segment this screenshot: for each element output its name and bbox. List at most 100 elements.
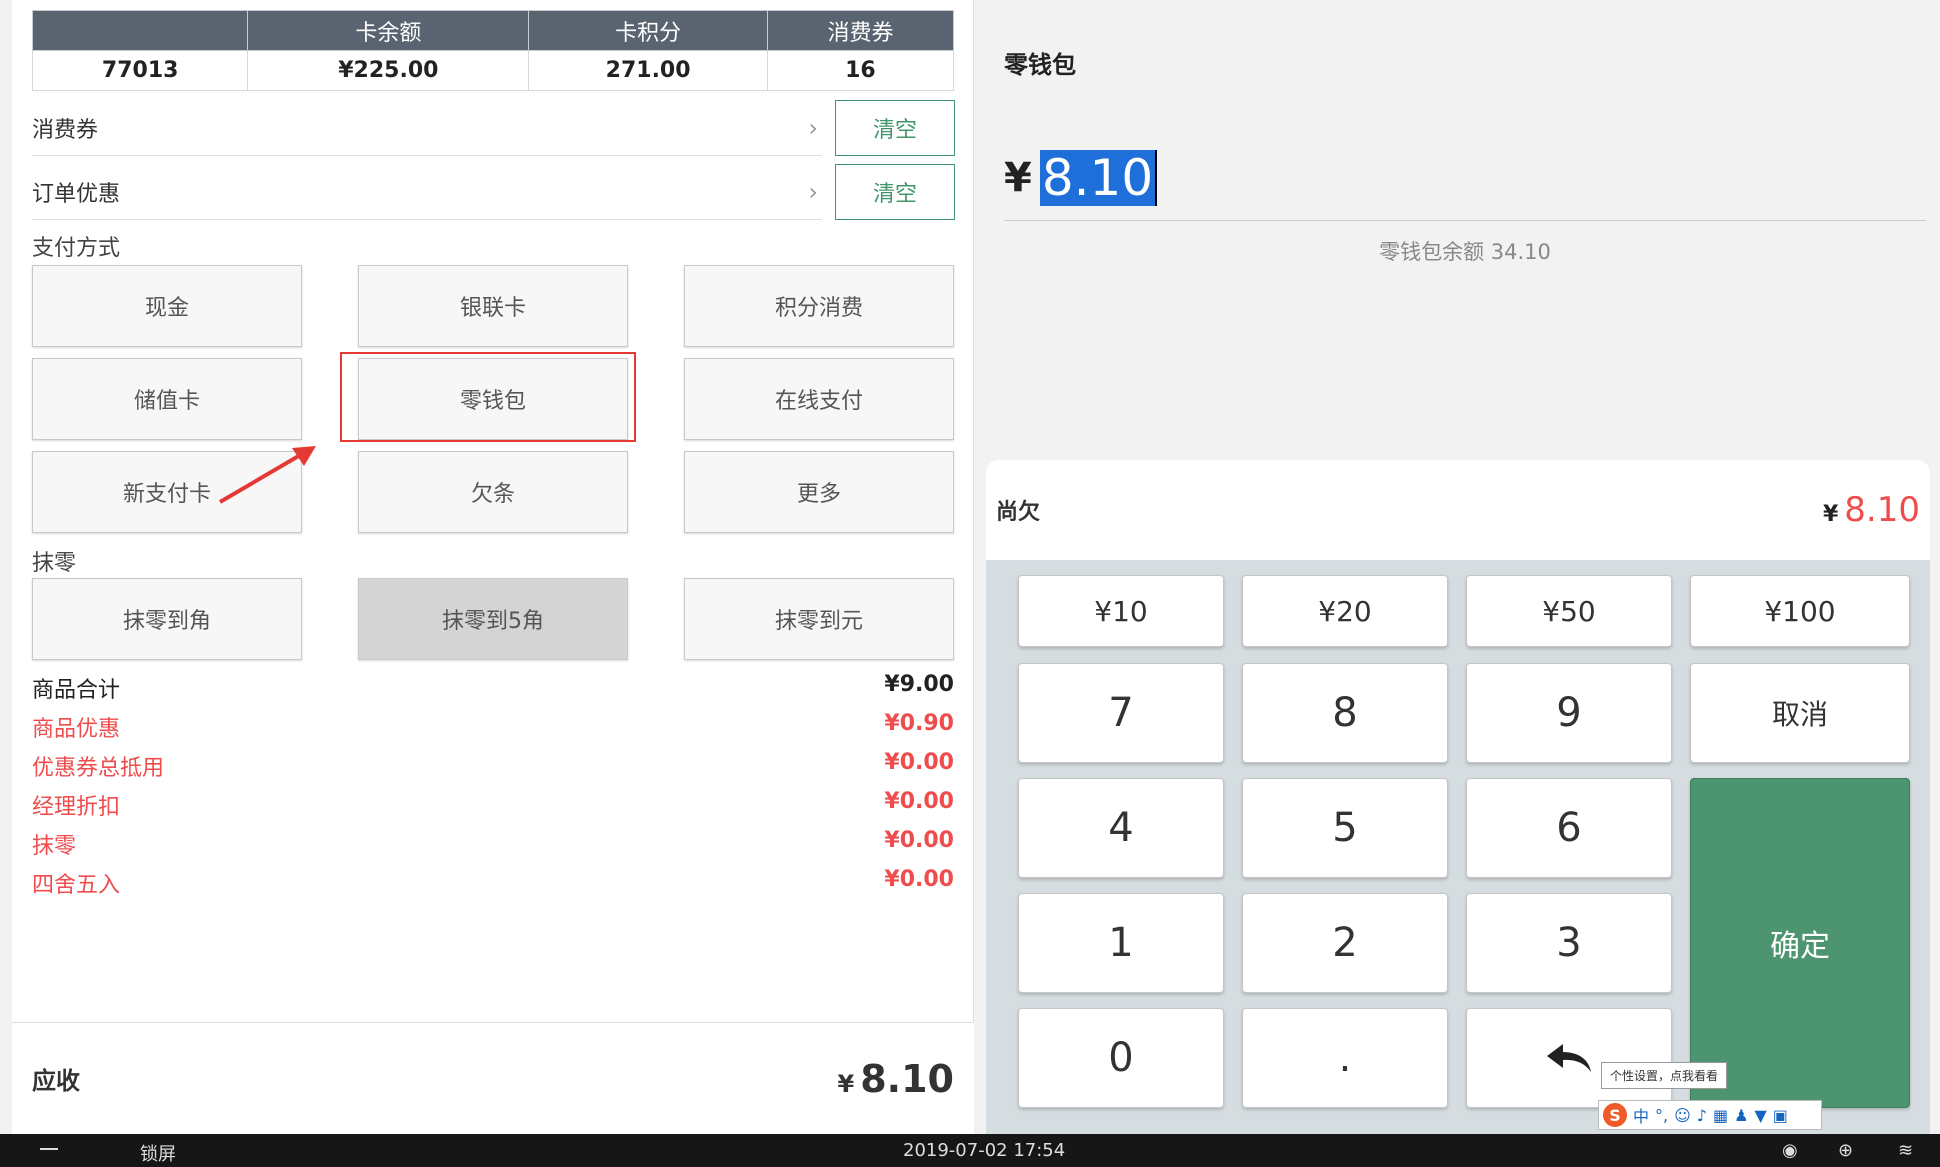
rounding-section-label: 抹零 [32, 551, 77, 576]
network-icon[interactable]: ⊕ [1838, 1140, 1853, 1161]
currency-symbol: ¥ [1004, 154, 1032, 201]
message-icon[interactable]: ◉ [1782, 1140, 1798, 1161]
cancel-button[interactable]: 取消 [1690, 663, 1910, 763]
keyboard-icon[interactable]: ▦ [1713, 1106, 1728, 1125]
quick-100-button[interactable]: ¥100 [1690, 575, 1910, 647]
pay-iou-button[interactable]: 欠条 [358, 451, 628, 533]
chevron-right-icon: › [808, 113, 818, 142]
taskbar: 锁屏 2019-07-02 17:54 ◉ ⊕ ≋ [0, 1134, 1940, 1167]
clear-voucher-button[interactable]: 清空 [835, 100, 955, 156]
summary-label: 商品优惠 [32, 717, 121, 742]
key-3[interactable]: 3 [1466, 893, 1672, 993]
quick-10-button[interactable]: ¥10 [1018, 575, 1224, 647]
key-5[interactable]: 5 [1242, 778, 1448, 878]
round-to-yuan-button[interactable]: 抹零到元 [684, 578, 954, 660]
card-info-table: 卡余额 卡积分 消费券 77013 ¥225.00 271.00 16 [31, 10, 955, 91]
card-header-empty [31, 10, 249, 51]
summary-row-round-half: 四舍五入 ¥0.00 [32, 867, 954, 899]
text-caret [1155, 149, 1158, 206]
summary-row-subtotal: 商品合计 ¥9.00 [32, 672, 954, 704]
owe-value: 8.10 [1844, 490, 1920, 530]
owe-bar: 尚欠 ¥8.10 [986, 460, 1930, 560]
lock-screen-button[interactable]: 锁屏 [140, 1140, 176, 1166]
wallet-panel: 零钱包 ¥ 8.10 零钱包余额 34.10 尚欠 ¥8.10 ¥10 ¥20 … [974, 0, 1930, 1134]
quick-50-button[interactable]: ¥50 [1466, 575, 1672, 647]
pay-unionpay-button[interactable]: 银联卡 [358, 265, 628, 347]
undo-arrow-icon [1547, 1044, 1591, 1072]
ime-toolbar[interactable]: S 中 °, ☺ ♪ ▦ ♟ ▼ ▣ [1598, 1100, 1822, 1130]
backspace-button[interactable] [1466, 1008, 1672, 1108]
key-6[interactable]: 6 [1466, 778, 1672, 878]
key-1[interactable]: 1 [1018, 893, 1224, 993]
summary-row-manager-discount: 经理折扣 ¥0.00 [32, 789, 954, 821]
summary-row-rounding: 抹零 ¥0.00 [32, 828, 954, 860]
skin-icon[interactable]: ▼ [1754, 1106, 1766, 1125]
summary-value: ¥0.00 [884, 789, 954, 814]
app: 卡余额 卡积分 消费券 77013 ¥225.00 271.00 16 消费券 … [12, 0, 1930, 1134]
owe-amount: ¥8.10 [1823, 490, 1920, 530]
toolbox-icon[interactable]: ▣ [1773, 1106, 1788, 1125]
wifi-icon[interactable]: ≋ [1898, 1140, 1913, 1161]
key-8[interactable]: 8 [1242, 663, 1448, 763]
pay-more-button[interactable]: 更多 [684, 451, 954, 533]
pay-points-button[interactable]: 积分消费 [684, 265, 954, 347]
card-points: 271.00 [528, 50, 768, 91]
order-discount-label: 订单优惠 [32, 181, 121, 207]
annotation-arrow-icon [218, 446, 316, 504]
key-dot[interactable]: . [1242, 1008, 1448, 1108]
pay-stored-card-button[interactable]: 储值卡 [32, 358, 302, 440]
wallet-amount-value: 8.10 [1039, 148, 1156, 207]
summary-value: ¥0.00 [884, 750, 954, 775]
card-number: 77013 [31, 50, 249, 91]
card-vouchers: 16 [766, 50, 955, 91]
key-4[interactable]: 4 [1018, 778, 1224, 878]
taskbar-datetime: 2019-07-02 17:54 [903, 1140, 1066, 1161]
clear-order-discount-button[interactable]: 清空 [835, 164, 955, 220]
payment-section-label: 支付方式 [32, 236, 121, 261]
owe-label: 尚欠 [996, 500, 1041, 525]
currency-symbol: ¥ [837, 1069, 855, 1098]
summary-label: 经理折扣 [32, 795, 121, 820]
receivable-footer: 应收 ¥8.10 [12, 1022, 974, 1134]
summary-row-coupon: 优惠券总抵用 ¥0.00 [32, 750, 954, 782]
quick-20-button[interactable]: ¥20 [1242, 575, 1448, 647]
ime-tooltip: 个性设置，点我看看 [1601, 1062, 1728, 1089]
voucher-row[interactable]: 消费券 › [32, 100, 822, 156]
receivable-value: 8.10 [860, 1056, 954, 1101]
wallet-balance: 零钱包余额 34.10 [1379, 240, 1551, 264]
emoji-icon[interactable]: ☺ [1674, 1106, 1691, 1125]
round-to-5jiao-button[interactable]: 抹零到5角 [358, 578, 628, 660]
summary-value: ¥9.00 [884, 672, 954, 697]
voucher-label: 消费券 [32, 117, 99, 143]
confirm-button[interactable]: 确定 [1690, 778, 1910, 1108]
key-9[interactable]: 9 [1466, 663, 1672, 763]
user-icon[interactable]: ♟ [1734, 1106, 1748, 1125]
key-0[interactable]: 0 [1018, 1008, 1224, 1108]
card-header-points: 卡积分 [528, 10, 768, 51]
card-header-vouchers: 消费券 [766, 10, 955, 51]
card-header-balance: 卡余额 [247, 10, 530, 51]
chevron-right-icon: › [808, 177, 818, 206]
receivable-amount: ¥8.10 [838, 1057, 954, 1101]
microphone-icon[interactable]: ♪ [1697, 1106, 1707, 1125]
wallet-amount-input[interactable]: ¥ 8.10 [1004, 135, 1926, 221]
keypad-area: 尚欠 ¥8.10 ¥10 ¥20 ¥50 ¥100 7 8 9 取消 4 5 6… [986, 460, 1930, 1134]
ime-lang-indicator[interactable]: 中 [1633, 1103, 1649, 1127]
summary-label: 抹零 [32, 834, 77, 859]
order-panel: 卡余额 卡积分 消费券 77013 ¥225.00 271.00 16 消费券 … [12, 0, 974, 1134]
pay-cash-button[interactable]: 现金 [32, 265, 302, 347]
pay-online-button[interactable]: 在线支付 [684, 358, 954, 440]
order-discount-row[interactable]: 订单优惠 › [32, 164, 822, 220]
card-balance: ¥225.00 [247, 50, 530, 91]
summary-value: ¥0.90 [884, 711, 954, 736]
punctuation-icon[interactable]: °, [1655, 1106, 1668, 1125]
key-2[interactable]: 2 [1242, 893, 1448, 993]
summary-value: ¥0.00 [884, 867, 954, 892]
summary-row-product-discount: 商品优惠 ¥0.90 [32, 711, 954, 743]
pay-wallet-button[interactable]: 零钱包 [358, 358, 628, 440]
wallet-title: 零钱包 [1004, 51, 1076, 79]
key-7[interactable]: 7 [1018, 663, 1224, 763]
menu-dash-icon[interactable] [40, 1148, 58, 1150]
round-to-jiao-button[interactable]: 抹零到角 [32, 578, 302, 660]
summary-value: ¥0.00 [884, 828, 954, 853]
